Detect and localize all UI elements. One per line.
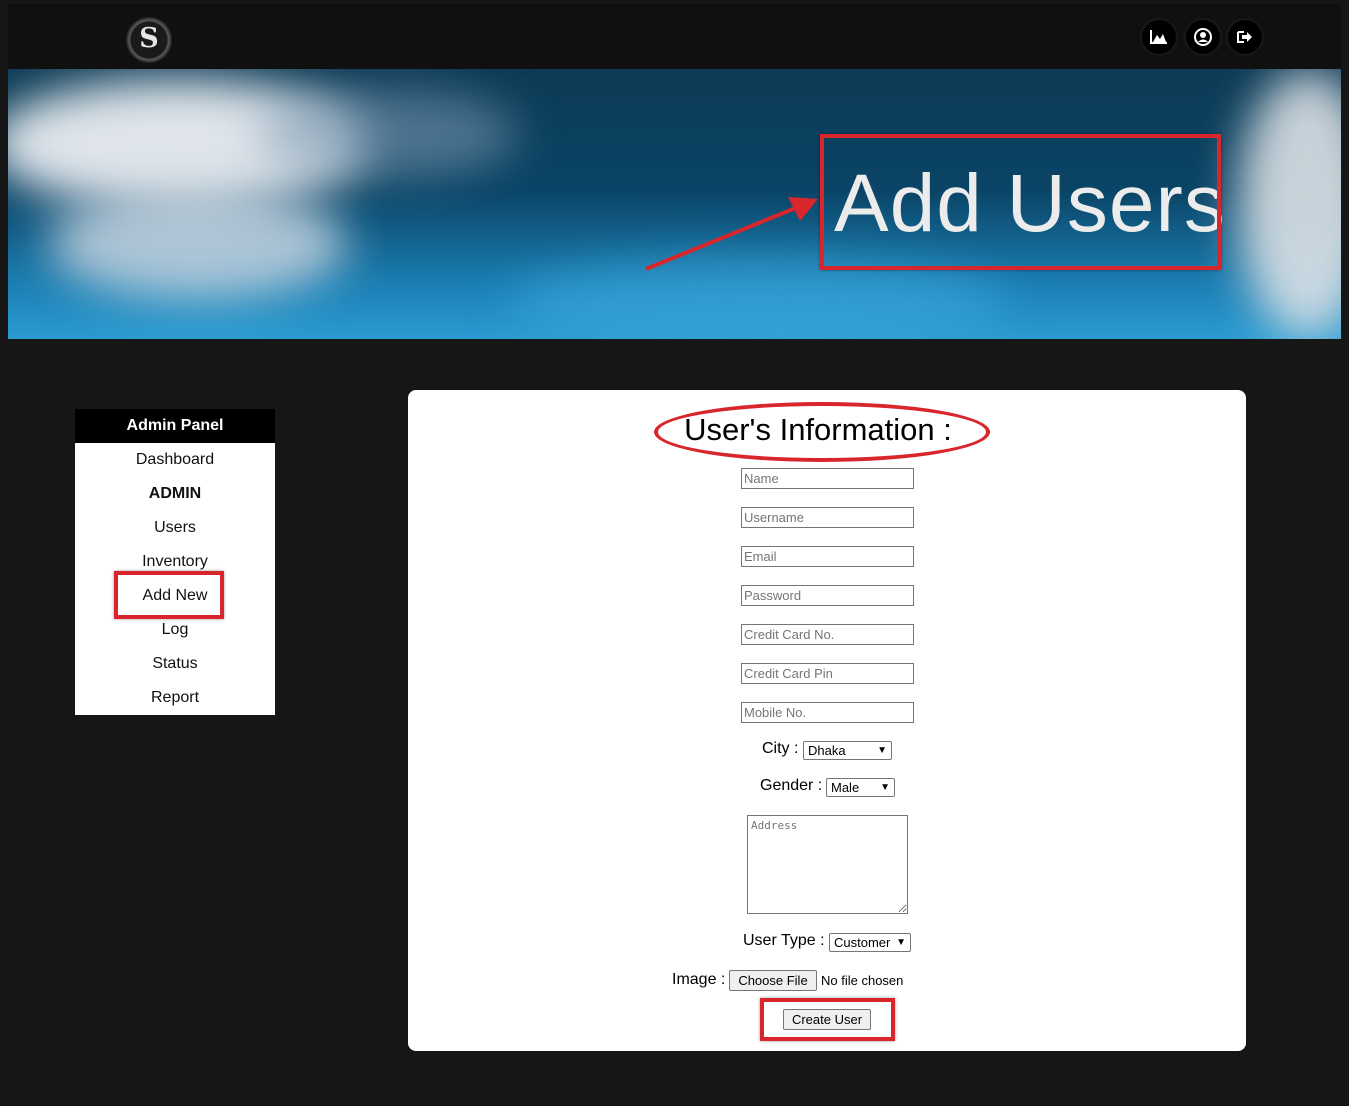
user-type-select[interactable]: Customer ▼ [829,933,911,952]
annotation-highlight-add-new [114,571,224,619]
site-logo[interactable]: S [126,17,172,63]
credit-card-no-field[interactable] [741,624,914,645]
dropdown-arrow-icon: ▼ [877,745,887,756]
user-info-panel: User's Information : City : Dhaka ▼ Gend… [408,390,1246,1051]
mobile-no-field[interactable] [741,702,914,723]
choose-file-button[interactable]: Choose File [729,970,817,991]
banner-cloud [48,189,348,299]
address-field[interactable] [747,815,908,914]
gender-select-value: Male [831,780,860,795]
sidebar-heading: Admin Panel [75,409,275,443]
page-banner: Add Users [8,69,1341,339]
annotation-highlight-create-user [760,998,895,1041]
dropdown-arrow-icon: ▼ [880,782,890,793]
credit-card-pin-field[interactable] [741,663,914,684]
name-field[interactable] [741,468,914,489]
dropdown-arrow-icon: ▼ [896,937,906,948]
logout-icon[interactable] [1228,20,1262,54]
annotation-highlight-form-title [654,402,990,462]
user-type-label: User Type : [743,932,825,949]
sidebar-item-status[interactable]: Status [75,647,275,681]
sidebar-item-admin[interactable]: ADMIN [75,477,275,511]
city-select[interactable]: Dhaka ▼ [803,741,892,760]
no-file-status: No file chosen [821,973,904,988]
user-type-select-value: Customer [834,935,891,950]
sidebar-item-dashboard[interactable]: Dashboard [75,443,275,477]
password-field[interactable] [741,585,914,606]
annotation-highlight-title [820,134,1221,270]
admin-sidebar: Admin Panel Dashboard ADMIN Users Invent… [75,409,275,715]
chart-icon[interactable] [1142,20,1176,54]
logo-letter: S [139,23,159,54]
gender-select[interactable]: Male ▼ [826,778,895,797]
user-account-icon[interactable] [1186,20,1220,54]
annotation-arrow [645,197,818,271]
top-navbar: S [8,4,1341,69]
banner-cloud [1238,69,1341,339]
sidebar-item-report[interactable]: Report [75,681,275,715]
image-label: Image : [672,971,726,988]
email-field[interactable] [741,546,914,567]
city-select-value: Dhaka [808,743,846,758]
city-label: City : [762,740,799,757]
sidebar-item-users[interactable]: Users [75,511,275,545]
banner-cloud [258,89,518,179]
username-field[interactable] [741,507,914,528]
gender-label: Gender : [760,777,823,794]
